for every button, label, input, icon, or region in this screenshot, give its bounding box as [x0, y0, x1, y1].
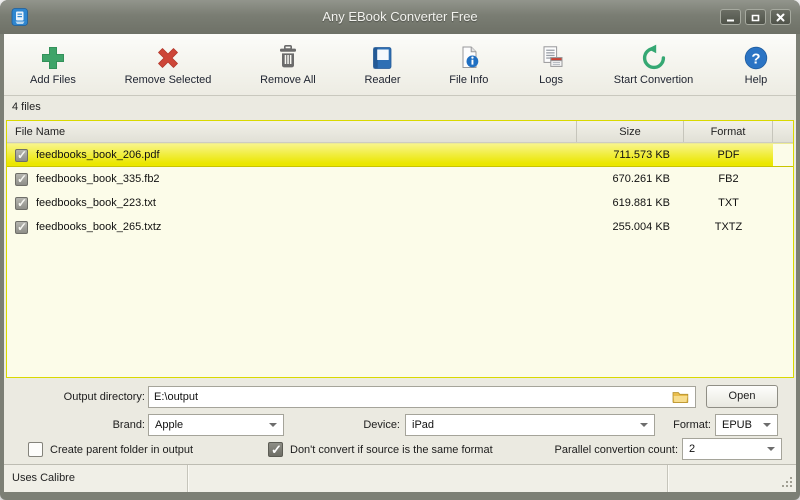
file-row[interactable]: feedbooks_book_265.txtz 255.004 KB TXTZ — [7, 215, 793, 239]
status-section-middle — [188, 465, 668, 492]
parallel-count-select[interactable]: 2 — [682, 438, 782, 460]
file-row[interactable]: feedbooks_book_335.fb2 670.261 KB FB2 — [7, 167, 793, 191]
parallel-count-label: Parallel convertion count: — [480, 439, 678, 461]
toolbar-label: Start Convertion — [614, 74, 693, 86]
device-label: Device: — [300, 414, 400, 436]
remove-all-icon — [274, 44, 302, 72]
column-header-file-name[interactable]: File Name — [7, 121, 577, 142]
toolbar: Add Files Remove Selected Remove All — [4, 34, 796, 96]
file-size: 711.573 KB — [577, 149, 684, 161]
reader-button[interactable]: Reader — [364, 44, 400, 86]
file-size: 619.881 KB — [577, 197, 684, 209]
file-format: FB2 — [684, 173, 773, 185]
format-select[interactable]: EPUB — [715, 414, 778, 436]
close-icon — [775, 12, 786, 23]
window-title: Any EBook Converter Free — [0, 0, 800, 34]
device-select[interactable]: iPad — [405, 414, 655, 436]
open-button[interactable]: Open — [706, 385, 778, 408]
logs-button[interactable]: Logs — [537, 44, 565, 86]
file-info-icon — [455, 44, 483, 72]
file-format: TXTZ — [684, 221, 773, 233]
file-name: feedbooks_book_265.txtz — [36, 221, 161, 233]
output-directory-input[interactable] — [148, 386, 696, 408]
status-section-right — [668, 465, 796, 492]
app-window: Any EBook Converter Free — [0, 0, 800, 500]
title-bar[interactable]: Any EBook Converter Free — [0, 0, 800, 34]
file-row[interactable]: feedbooks_book_206.pdf 711.573 KB PDF — [7, 143, 793, 167]
browse-folder-icon[interactable] — [672, 390, 689, 403]
file-row[interactable]: feedbooks_book_223.txt 619.881 KB TXT — [7, 191, 793, 215]
window-content: Add Files Remove Selected Remove All — [4, 34, 796, 492]
toolbar-label: File Info — [449, 74, 488, 86]
file-name: feedbooks_book_223.txt — [36, 197, 156, 209]
skip-same-format-label: Don't convert if source is the same form… — [290, 439, 493, 461]
output-directory-label: Output directory: — [24, 386, 145, 408]
help-button[interactable]: ? Help — [742, 44, 770, 86]
status-text: Uses Calibre — [4, 465, 188, 492]
create-parent-folder-checkbox[interactable] — [28, 442, 43, 457]
resize-grip-icon[interactable] — [781, 476, 794, 489]
help-icon: ? — [742, 44, 770, 72]
add-files-button[interactable]: Add Files — [30, 44, 76, 86]
column-header-size[interactable]: Size — [577, 121, 684, 142]
remove-selected-button[interactable]: Remove Selected — [125, 44, 212, 86]
toolbar-label: Add Files — [30, 74, 76, 86]
minimize-icon — [725, 12, 736, 23]
toolbar-label: Logs — [539, 74, 563, 86]
remove-selected-icon — [154, 44, 182, 72]
add-files-icon — [39, 44, 67, 72]
list-header: File Name Size Format — [7, 121, 793, 143]
maximize-icon — [750, 12, 761, 23]
start-convertion-button[interactable]: Start Convertion — [614, 44, 693, 86]
file-list[interactable]: File Name Size Format feedbooks_book_206… — [6, 120, 794, 378]
brand-select[interactable]: Apple — [148, 414, 284, 436]
brand-label: Brand: — [24, 414, 145, 436]
file-checkbox[interactable] — [15, 173, 28, 186]
skip-same-format-checkbox[interactable] — [268, 442, 283, 457]
toolbar-label: Reader — [364, 74, 400, 86]
file-name: feedbooks_book_206.pdf — [36, 149, 160, 161]
file-checkbox[interactable] — [15, 221, 28, 234]
format-label: Format: — [638, 414, 711, 436]
column-header-end — [773, 121, 793, 142]
file-size: 255.004 KB — [577, 221, 684, 233]
file-checkbox[interactable] — [15, 197, 28, 210]
settings-panel: Output directory: Open Brand: Apple Devi… — [4, 380, 796, 464]
file-size: 670.261 KB — [577, 173, 684, 185]
file-info-button[interactable]: File Info — [449, 44, 488, 86]
status-bar: Uses Calibre — [4, 464, 796, 492]
start-convertion-icon — [640, 44, 668, 72]
maximize-button[interactable] — [745, 9, 766, 25]
toolbar-label: Remove Selected — [125, 74, 212, 86]
toolbar-label: Help — [745, 74, 768, 86]
file-checkbox[interactable] — [15, 149, 28, 162]
column-header-format[interactable]: Format — [684, 121, 773, 142]
close-button[interactable] — [770, 9, 791, 25]
file-name: feedbooks_book_335.fb2 — [36, 173, 160, 185]
remove-all-button[interactable]: Remove All — [260, 44, 316, 86]
svg-text:?: ? — [751, 50, 760, 67]
minimize-button[interactable] — [720, 9, 741, 25]
create-parent-folder-label: Create parent folder in output — [50, 439, 193, 461]
logs-icon — [537, 44, 565, 72]
reader-icon — [368, 44, 396, 72]
file-format: TXT — [684, 197, 773, 209]
file-count-label: 4 files — [4, 96, 796, 119]
toolbar-label: Remove All — [260, 74, 316, 86]
file-format: PDF — [684, 149, 773, 161]
